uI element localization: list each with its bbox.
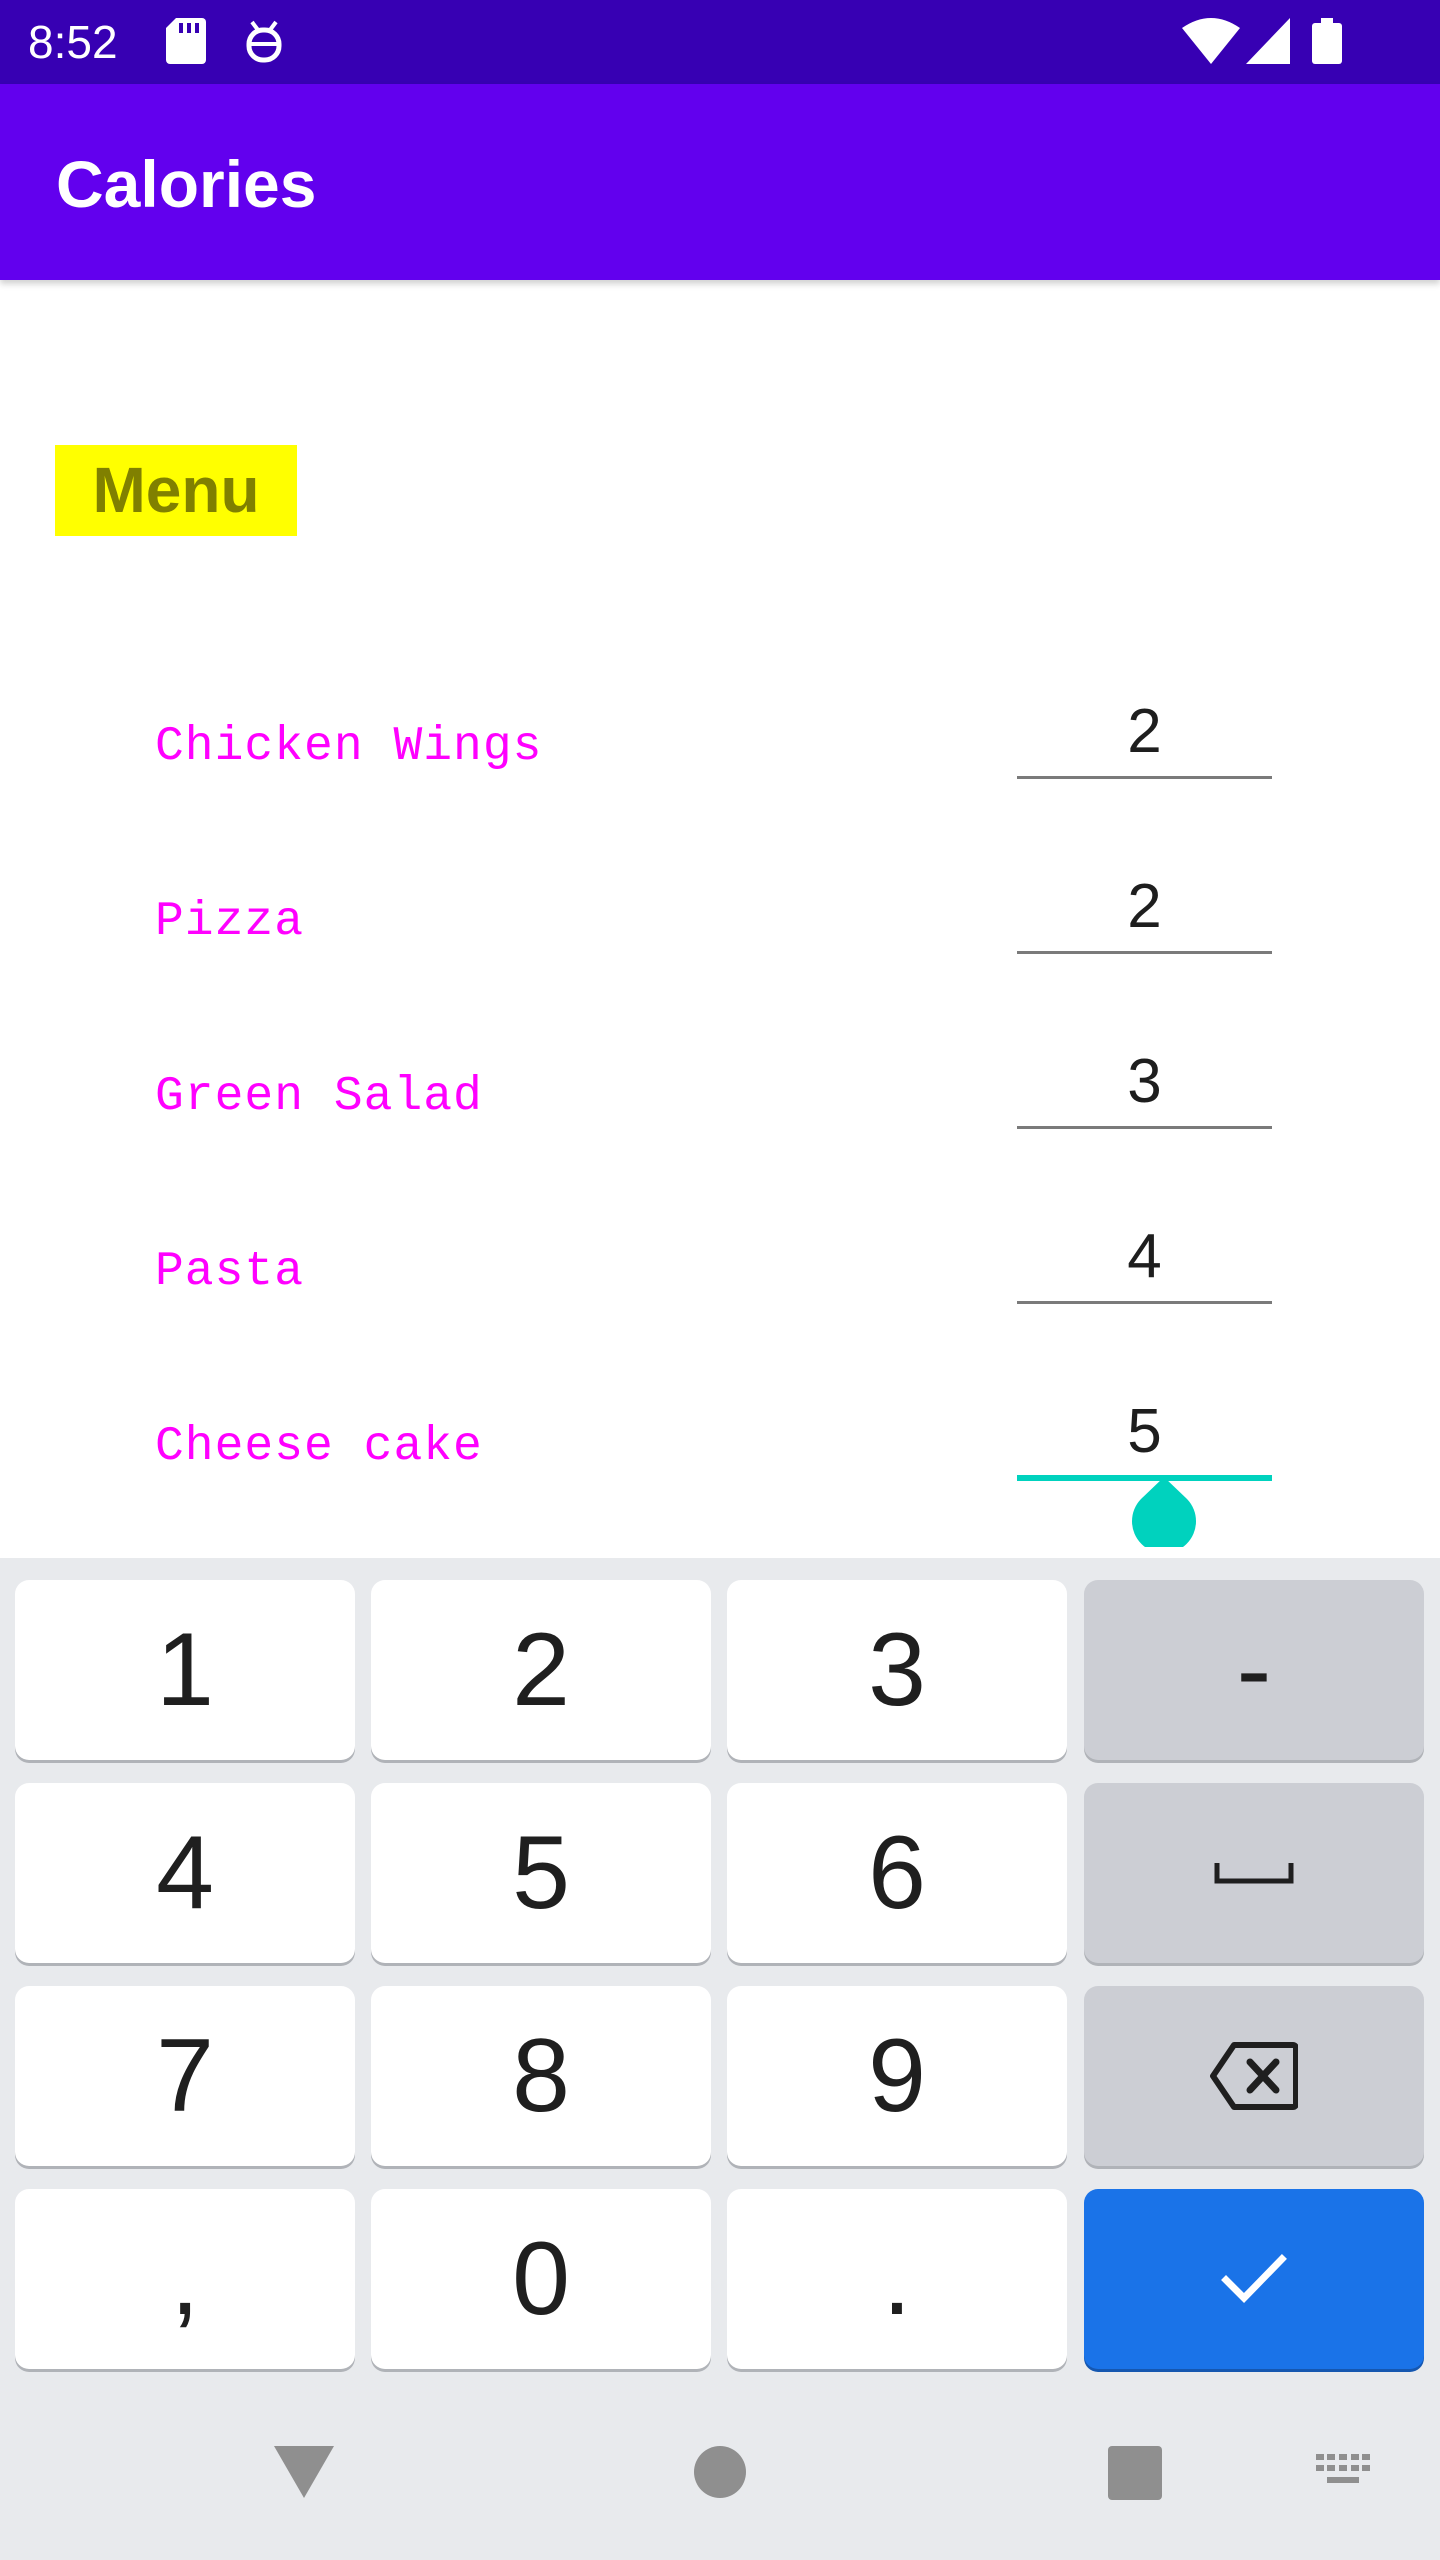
chicken-wings-quantity-field[interactable]: 2 <box>1017 677 1272 779</box>
food-row-green-salad: Green Salad 3 <box>0 1027 1440 1202</box>
menu-heading: Menu <box>55 445 297 536</box>
app-bar: Calories <box>0 84 1440 280</box>
key-1[interactable]: 1 <box>15 1580 355 1760</box>
space-bar-icon <box>1214 1863 1294 1884</box>
navigation-bar <box>0 2390 1440 2560</box>
key-8[interactable]: 8 <box>371 1986 711 2166</box>
key-minus[interactable]: - <box>1084 1580 1424 1760</box>
back-icon[interactable] <box>274 2446 334 2503</box>
key-9[interactable]: 9 <box>727 1986 1067 2166</box>
status-time: 8:52 <box>28 16 118 68</box>
android-debug-icon <box>244 18 284 69</box>
wifi-icon <box>1182 18 1240 69</box>
quantity-value: 5 <box>1127 1397 1162 1466</box>
key-5[interactable]: 5 <box>371 1783 711 1963</box>
key-4[interactable]: 4 <box>15 1783 355 1963</box>
quantity-value: 2 <box>1127 697 1162 766</box>
quantity-value: 2 <box>1127 872 1162 941</box>
home-icon[interactable] <box>694 2446 746 2503</box>
field-underline <box>1017 776 1272 779</box>
field-underline <box>1017 1301 1272 1304</box>
food-row-chicken-wings: Chicken Wings 2 <box>0 677 1440 852</box>
food-row-pizza: Pizza 2 <box>0 852 1440 1027</box>
status-bar: 8:52 <box>0 0 1440 84</box>
key-0[interactable]: 0 <box>371 2189 711 2369</box>
food-label: Green Salad <box>155 1070 483 1124</box>
field-underline <box>1017 1126 1272 1129</box>
numeric-keyboard: 1 2 3 - 4 5 6 7 8 9 , 0 . <box>0 1558 1440 2390</box>
checkmark-icon <box>1221 2254 1287 2303</box>
key-period[interactable]: . <box>727 2189 1067 2369</box>
app-title: Calories <box>56 147 317 221</box>
food-label: Pasta <box>155 1245 305 1299</box>
food-row-cheese-cake: Cheese cake 5 <box>0 1377 1440 1554</box>
food-label: Cheese cake <box>155 1420 483 1474</box>
quantity-value: 4 <box>1127 1222 1162 1291</box>
field-underline <box>1017 951 1272 954</box>
keyboard-switch-icon[interactable] <box>1316 2454 1370 2493</box>
food-row-pasta: Pasta 4 <box>0 1202 1440 1377</box>
cheese-cake-quantity-field[interactable]: 5 <box>1017 1377 1272 1554</box>
key-2[interactable]: 2 <box>371 1580 711 1760</box>
key-comma[interactable]: , <box>15 2189 355 2369</box>
quantity-value: 3 <box>1127 1047 1162 1116</box>
key-3[interactable]: 3 <box>727 1580 1067 1760</box>
pizza-quantity-field[interactable]: 2 <box>1017 852 1272 954</box>
food-label: Pizza <box>155 895 305 949</box>
green-salad-quantity-field[interactable]: 3 <box>1017 1027 1272 1129</box>
pasta-quantity-field[interactable]: 4 <box>1017 1202 1272 1304</box>
backspace-icon <box>1210 2042 1298 2110</box>
text-cursor-handle[interactable] <box>1129 1477 1199 1554</box>
key-space[interactable] <box>1084 1783 1424 1963</box>
battery-icon <box>1312 18 1342 69</box>
food-label: Chicken Wings <box>155 720 543 774</box>
key-backspace[interactable] <box>1084 1986 1424 2166</box>
recents-icon[interactable] <box>1108 2446 1162 2505</box>
key-6[interactable]: 6 <box>727 1783 1067 1963</box>
key-done[interactable] <box>1084 2189 1424 2369</box>
key-7[interactable]: 7 <box>15 1986 355 2166</box>
sd-card-icon <box>166 18 206 69</box>
cell-signal-icon <box>1246 18 1290 69</box>
